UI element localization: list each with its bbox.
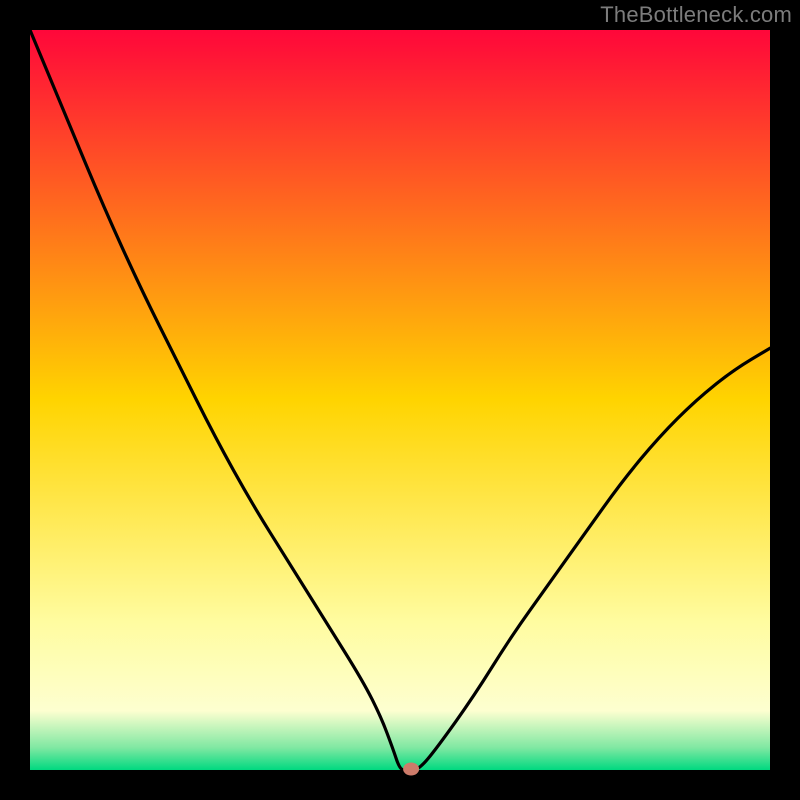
chart-background <box>30 30 770 770</box>
bottleneck-chart <box>0 0 800 800</box>
optimal-point-marker <box>403 763 419 776</box>
chart-frame: TheBottleneck.com <box>0 0 800 800</box>
attribution-text: TheBottleneck.com <box>600 2 792 28</box>
